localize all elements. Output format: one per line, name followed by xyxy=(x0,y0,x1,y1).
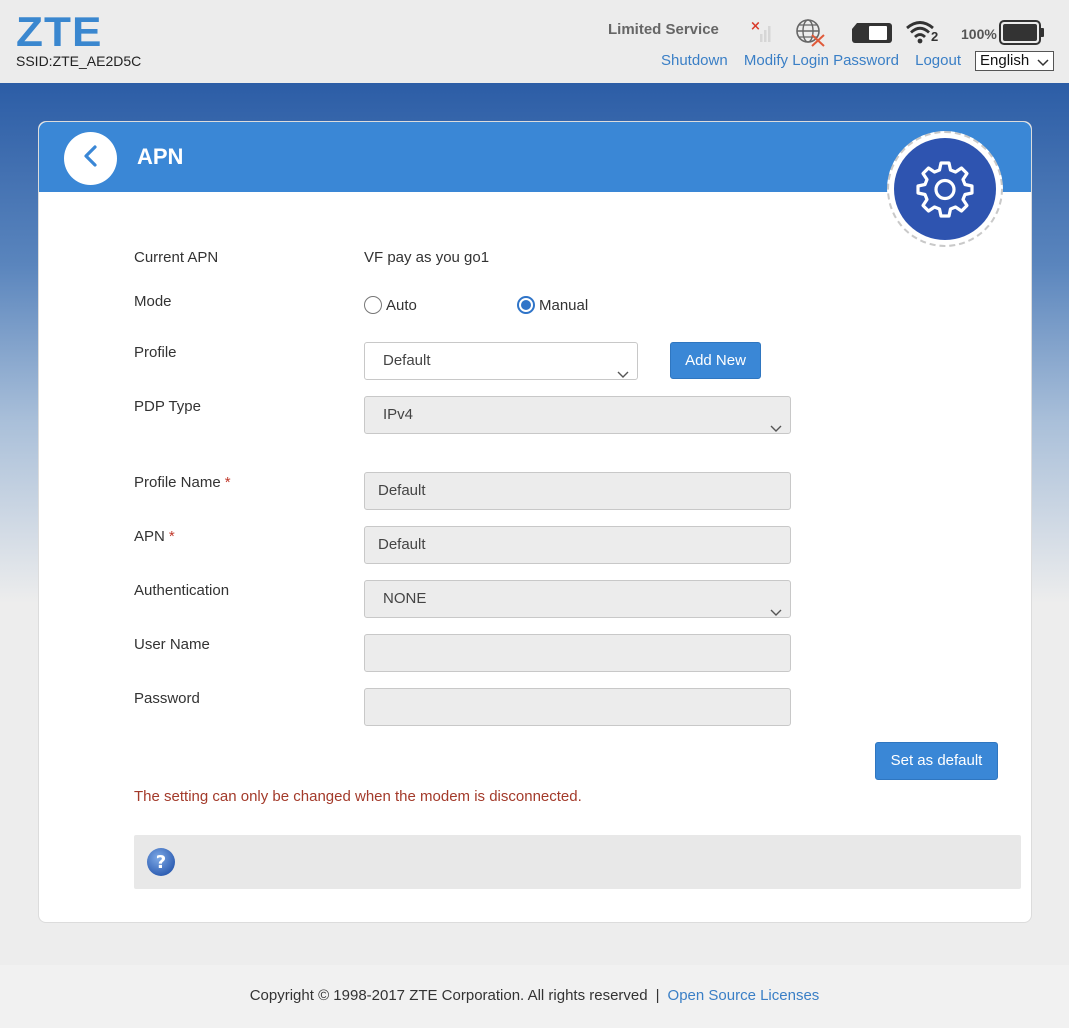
svg-text:×: × xyxy=(750,19,761,34)
open-source-licenses-link[interactable]: Open Source Licenses xyxy=(668,987,820,1004)
gear-icon xyxy=(894,138,996,240)
profile-label: Profile xyxy=(134,344,177,361)
chevron-down-icon xyxy=(617,357,629,393)
user-name-input[interactable] xyxy=(364,634,791,672)
no-internet-icon xyxy=(794,18,828,53)
status-bar: Limited Service × 2 100% xyxy=(600,16,1060,48)
card-header: APN xyxy=(39,122,1031,192)
mode-auto-label: Auto xyxy=(386,296,417,314)
profile-name-input[interactable]: Default xyxy=(364,472,791,510)
footer-separator: | xyxy=(655,987,660,1004)
disconnect-warning: The setting can only be changed when the… xyxy=(134,788,582,805)
footer: Copyright © 1998-2017 ZTE Corporation. A… xyxy=(0,965,1069,1028)
pdp-type-value: IPv4 xyxy=(383,406,414,423)
chevron-down-icon xyxy=(770,595,782,631)
network-status: Limited Service xyxy=(608,21,719,38)
current-apn-label: Current APN xyxy=(134,249,219,266)
battery-percent: 100% xyxy=(961,26,997,42)
mode-auto-radio[interactable]: Auto xyxy=(364,296,417,314)
battery-icon xyxy=(999,20,1045,51)
apn-value: Default xyxy=(378,536,426,553)
help-bar: ? xyxy=(134,835,1021,889)
ssid-label: SSID:ZTE_AE2D5C xyxy=(16,53,142,69)
chevron-down-icon xyxy=(770,411,782,447)
back-arrow-icon xyxy=(81,144,101,173)
page-title: APN xyxy=(137,144,184,169)
profile-name-value: Default xyxy=(378,482,426,499)
set-as-default-button[interactable]: Set as default xyxy=(875,742,998,780)
required-mark: * xyxy=(224,474,231,491)
mode-label: Mode xyxy=(134,293,172,310)
language-value: English xyxy=(980,52,1030,69)
sim-card-icon xyxy=(851,21,893,50)
apn-label: APN * xyxy=(134,528,175,545)
header-links: Shutdown Modify Login Password Logout xyxy=(649,52,961,69)
profile-value: Default xyxy=(383,352,431,369)
apn-input[interactable]: Default xyxy=(364,526,791,564)
chevron-down-icon xyxy=(1037,55,1049,73)
password-input[interactable] xyxy=(364,688,791,726)
apn-card: APN Current APN VF pay as you go1 Mode A… xyxy=(38,121,1032,923)
mode-manual-radio[interactable]: Manual xyxy=(517,296,588,314)
pdp-type-select[interactable]: IPv4 xyxy=(364,396,791,434)
profile-name-label: Profile Name * xyxy=(134,474,231,491)
shutdown-link[interactable]: Shutdown xyxy=(661,52,728,69)
authentication-value: NONE xyxy=(383,590,427,607)
help-icon[interactable]: ? xyxy=(146,847,176,882)
current-apn-value: VF pay as you go1 xyxy=(364,249,490,266)
authentication-select[interactable]: NONE xyxy=(364,580,791,618)
logout-link[interactable]: Logout xyxy=(915,52,961,69)
svg-text:?: ? xyxy=(156,852,166,873)
radio-button-on xyxy=(517,296,535,314)
language-select[interactable]: English xyxy=(975,51,1054,71)
user-name-label: User Name xyxy=(134,636,210,653)
required-mark: * xyxy=(168,528,175,545)
authentication-label: Authentication xyxy=(134,582,230,599)
add-new-button[interactable]: Add New xyxy=(670,342,761,379)
mode-manual-label: Manual xyxy=(539,296,589,314)
zte-logo: ZTE xyxy=(16,8,103,55)
radio-button-off xyxy=(364,296,382,314)
modify-login-password-link[interactable]: Modify Login Password xyxy=(744,52,899,69)
copyright-text: Copyright © 1998-2017 ZTE Corporation. A… xyxy=(249,987,648,1004)
pdp-type-label: PDP Type xyxy=(134,398,201,415)
back-button[interactable] xyxy=(64,132,117,185)
top-header: ZTE SSID:ZTE_AE2D5C Limited Service × 2 … xyxy=(0,0,1069,83)
password-label: Password xyxy=(134,690,200,707)
settings-badge xyxy=(887,131,1003,247)
profile-select[interactable]: Default xyxy=(364,342,638,380)
wifi-client-count: 2 xyxy=(931,29,939,44)
no-signal-icon: × xyxy=(748,18,776,51)
